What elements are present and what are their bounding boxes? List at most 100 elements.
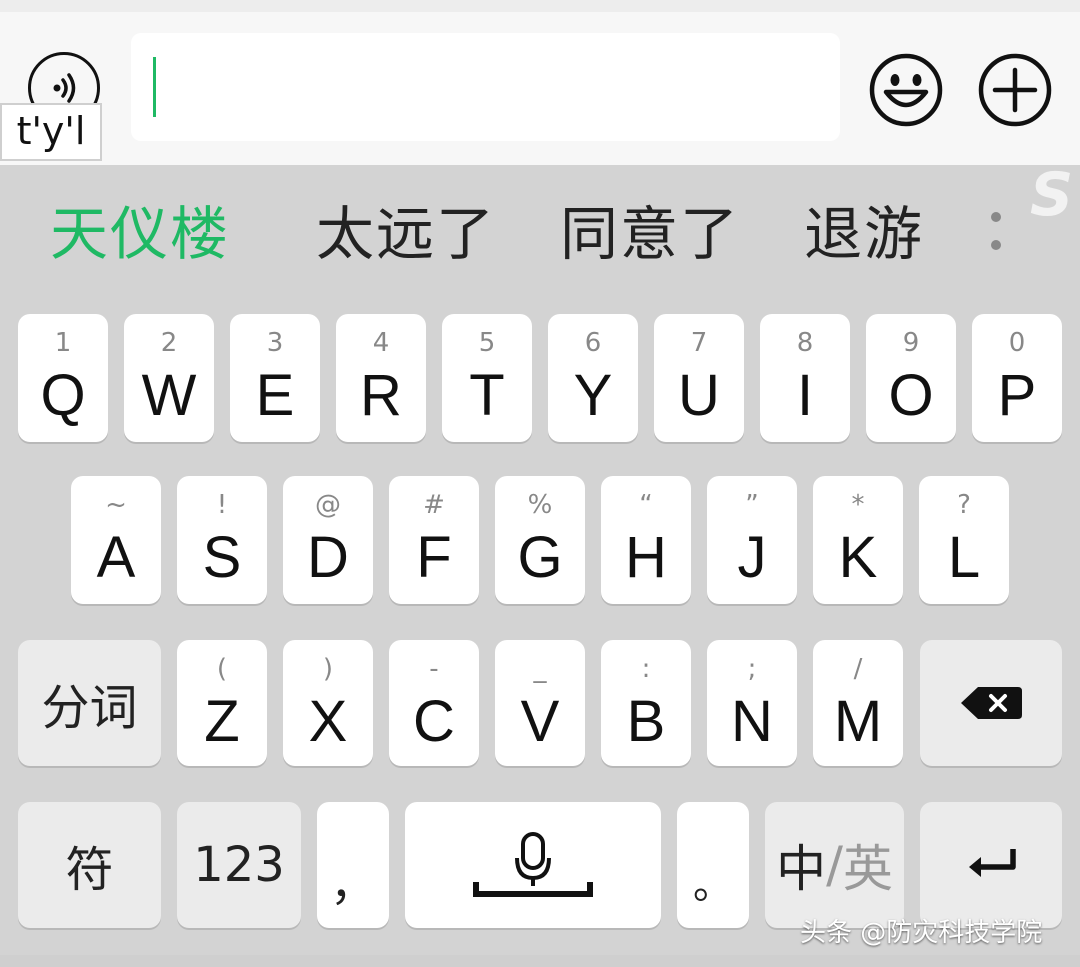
key-label: R xyxy=(360,363,402,428)
key-n[interactable]: ; N xyxy=(707,640,797,766)
comma-key[interactable]: ， xyxy=(317,802,389,928)
key-s[interactable]: ! S xyxy=(177,476,267,604)
key-hint: 8 xyxy=(796,328,814,358)
key-label: T xyxy=(469,363,505,428)
key-hint: ( xyxy=(216,654,228,684)
key-o[interactable]: 9O xyxy=(866,314,956,442)
candidate-4[interactable]: 退游 xyxy=(804,198,924,270)
key-m[interactable]: / M xyxy=(813,640,903,766)
key-hint: % xyxy=(527,490,553,520)
key-k[interactable]: * K xyxy=(813,476,903,604)
key-hint: * xyxy=(851,490,865,520)
space-key[interactable] xyxy=(405,802,661,928)
key-label: A xyxy=(96,525,136,590)
key-hint: @ xyxy=(315,490,341,520)
period-key-label: 。 xyxy=(693,862,733,908)
key-d[interactable]: @ D xyxy=(283,476,373,604)
key-label: M xyxy=(833,689,883,754)
key-label: I xyxy=(796,363,814,428)
message-input[interactable] xyxy=(131,33,840,141)
key-e[interactable]: 3E xyxy=(230,314,320,442)
key-h[interactable]: “H xyxy=(601,476,691,604)
emoji-icon[interactable] xyxy=(868,52,944,128)
symbols-key-label: 符 xyxy=(65,842,114,898)
input-bar xyxy=(0,0,1080,165)
key-label: Y xyxy=(573,363,613,428)
key-hint: 2 xyxy=(160,328,178,358)
key-hint: - xyxy=(429,654,439,684)
key-b[interactable]: :B xyxy=(601,640,691,766)
key-label: J xyxy=(737,525,767,590)
backspace-icon xyxy=(961,687,1022,719)
key-label: E xyxy=(255,363,295,428)
voice-icon xyxy=(53,73,76,103)
key-x[interactable]: ) X xyxy=(283,640,373,766)
key-u[interactable]: 7U xyxy=(654,314,744,442)
key-hint: ! xyxy=(216,490,228,520)
language-switch-key[interactable]: 中 / 英 xyxy=(765,802,904,928)
key-w[interactable]: 2W xyxy=(124,314,214,442)
symbols-key[interactable]: 符 xyxy=(18,802,161,928)
numbers-key[interactable]: 123 xyxy=(177,802,301,928)
lang-separator: / xyxy=(826,836,843,894)
more-icon[interactable] xyxy=(985,206,1007,256)
key-label: F xyxy=(416,525,452,590)
key-a[interactable]: ~ A xyxy=(71,476,161,604)
candidate-2[interactable]: 太远了 xyxy=(316,198,496,270)
candidate-1[interactable]: 天仪楼 xyxy=(50,198,230,270)
key-g[interactable]: % G xyxy=(495,476,585,604)
key-p[interactable]: 0P xyxy=(972,314,1062,442)
segment-key-label: 分词 xyxy=(41,680,138,736)
bottom-strip xyxy=(0,955,1080,967)
key-hint: # xyxy=(423,490,445,520)
key-hint: 4 xyxy=(372,328,390,358)
key-hint: 9 xyxy=(902,328,920,358)
key-hint: ? xyxy=(957,490,971,520)
lang-primary: 中 xyxy=(776,840,827,898)
key-label: W xyxy=(141,363,197,428)
key-r[interactable]: 4R xyxy=(336,314,426,442)
backspace-key[interactable] xyxy=(920,640,1062,766)
key-hint: 1 xyxy=(54,328,72,358)
text-caret xyxy=(153,57,156,117)
key-t[interactable]: 5T xyxy=(442,314,532,442)
key-j[interactable]: ” J xyxy=(707,476,797,604)
key-hint: ~ xyxy=(105,490,127,520)
key-l[interactable]: ? L xyxy=(919,476,1009,604)
key-label: Z xyxy=(204,689,240,754)
period-key[interactable]: 。 xyxy=(677,802,749,928)
key-hint: ) xyxy=(322,654,334,684)
candidate-3[interactable]: 同意了 xyxy=(560,198,740,270)
key-label: X xyxy=(308,689,348,754)
key-hint: 6 xyxy=(584,328,602,358)
decorative-graphic: S xyxy=(1030,160,1074,230)
segment-key[interactable]: 分词 xyxy=(18,640,161,766)
key-label: K xyxy=(838,525,878,590)
key-label: C xyxy=(413,689,455,754)
key-q[interactable]: 1Q xyxy=(18,314,108,442)
comma-key-label: ， xyxy=(330,857,376,911)
key-v[interactable]: _ V xyxy=(495,640,585,766)
key-hint: / xyxy=(853,654,863,684)
key-i[interactable]: 8I xyxy=(760,314,850,442)
key-label: Q xyxy=(40,363,86,428)
key-hint: 3 xyxy=(266,328,284,358)
key-hint: 7 xyxy=(690,328,708,358)
plus-icon[interactable] xyxy=(977,52,1053,128)
key-label: V xyxy=(520,689,560,754)
key-c[interactable]: -C xyxy=(389,640,479,766)
key-label: P xyxy=(997,363,1037,428)
enter-key[interactable] xyxy=(920,802,1062,928)
key-f[interactable]: # F xyxy=(389,476,479,604)
key-label: H xyxy=(625,525,667,590)
key-label: O xyxy=(888,363,934,428)
microphone-icon xyxy=(473,832,593,897)
enter-icon xyxy=(969,849,1016,877)
key-z[interactable]: (Z xyxy=(177,640,267,766)
key-hint: “ xyxy=(639,490,653,520)
key-y[interactable]: 6Y xyxy=(548,314,638,442)
key-label: L xyxy=(947,525,981,590)
numbers-key-label: 123 xyxy=(193,837,285,893)
key-label: U xyxy=(678,363,720,428)
key-hint: ” xyxy=(745,490,759,520)
